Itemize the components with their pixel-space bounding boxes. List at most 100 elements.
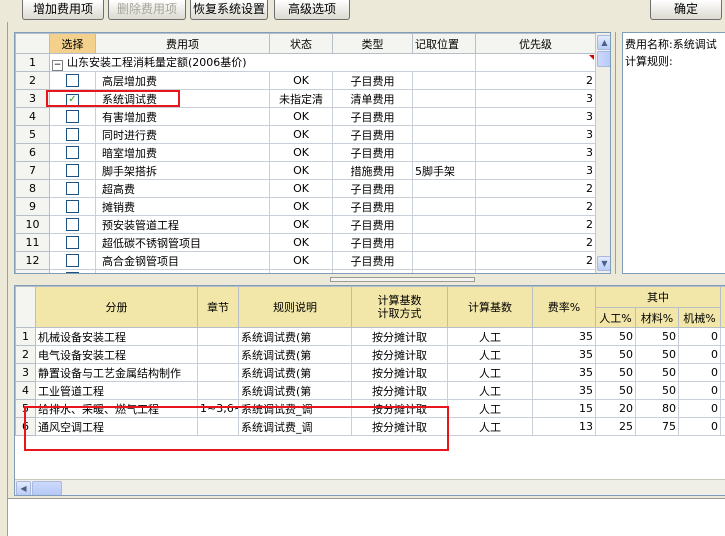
checkbox-icon[interactable] bbox=[66, 163, 79, 177]
select-cell[interactable] bbox=[49, 215, 96, 234]
table-row[interactable]: 4 工业管道工程 系统调试费(第 按分摊计取 人工 35 50 50 0 bbox=[15, 381, 725, 400]
scroll-left-icon[interactable]: ◀ bbox=[16, 481, 31, 495]
advanced-options-button[interactable]: 高级选项 bbox=[274, 0, 350, 20]
priority-cell[interactable]: 3 bbox=[475, 161, 596, 180]
labor-cell[interactable]: 20 bbox=[595, 399, 636, 418]
fee-name-cell[interactable]: 高层增加费 bbox=[95, 71, 270, 90]
select-cell[interactable] bbox=[49, 161, 96, 180]
checkbox-icon[interactable] bbox=[66, 145, 79, 159]
col-header-machine[interactable]: 机械% bbox=[678, 307, 721, 328]
priority-cell[interactable]: 2 bbox=[475, 71, 596, 90]
delete-fee-button[interactable]: 删除费用项 bbox=[108, 0, 186, 20]
type-cell[interactable]: 子目费用 bbox=[332, 251, 413, 270]
select-cell[interactable] bbox=[49, 269, 96, 273]
fee-name-cell[interactable]: 脚手架搭拆 bbox=[95, 161, 270, 180]
location-cell[interactable] bbox=[412, 269, 476, 273]
location-cell[interactable] bbox=[412, 89, 476, 108]
base-cell[interactable]: 人工 bbox=[447, 363, 533, 382]
table-row[interactable]: 2 高层增加费 OK 子目费用 2 bbox=[15, 71, 596, 90]
table-row[interactable]: 6 暗室增加费 OK 子目费用 3 bbox=[15, 143, 596, 162]
base-cell[interactable]: 人工 bbox=[447, 399, 533, 418]
priority-cell[interactable]: 2 bbox=[475, 251, 596, 270]
machine-cell[interactable]: 0 bbox=[678, 417, 721, 436]
scroll-thumb[interactable] bbox=[597, 51, 610, 67]
table-row[interactable]: 7 脚手架搭拆 OK 措施费用 5脚手架 3 bbox=[15, 161, 596, 180]
volume-cell[interactable]: 机械设备安装工程 bbox=[35, 327, 198, 346]
fee-name-cell[interactable]: 同时进行费 bbox=[95, 125, 270, 144]
table-row[interactable]: 5 同时进行费 OK 子目费用 3 bbox=[15, 125, 596, 144]
rate-cell[interactable]: 35 bbox=[532, 381, 596, 400]
rule-cell[interactable]: 系统调试费(第 bbox=[238, 363, 352, 382]
priority-cell[interactable]: 2 bbox=[475, 179, 596, 198]
machine-cell[interactable]: 0 bbox=[678, 381, 721, 400]
labor-cell[interactable]: 50 bbox=[595, 345, 636, 364]
rate-cell[interactable]: 35 bbox=[532, 327, 596, 346]
chapter-cell[interactable] bbox=[197, 381, 239, 400]
select-cell[interactable] bbox=[49, 251, 96, 270]
checkbox-icon[interactable] bbox=[66, 127, 79, 141]
col-header-status[interactable]: 状态 bbox=[269, 33, 333, 54]
table-row[interactable]: 12 高合金钢管项目 OK 子目费用 2 bbox=[15, 251, 596, 270]
location-cell[interactable] bbox=[412, 107, 476, 126]
method-cell[interactable]: 按分摊计取 bbox=[351, 363, 448, 382]
col-header-priority[interactable]: 优先级 bbox=[475, 33, 596, 54]
select-cell[interactable] bbox=[49, 143, 96, 162]
material-cell[interactable]: 80 bbox=[635, 399, 679, 418]
fee-name-cell[interactable]: 超低碳不锈钢管项目 bbox=[95, 233, 270, 252]
splitter-handle[interactable] bbox=[330, 277, 475, 282]
table-row[interactable]: 11 超低碳不锈钢管项目 OK 子目费用 2 bbox=[15, 233, 596, 252]
select-cell[interactable] bbox=[49, 233, 96, 252]
select-cell[interactable] bbox=[49, 71, 96, 90]
table-row[interactable]: 8 超高费 OK 子目费用 2 bbox=[15, 179, 596, 198]
base-cell[interactable]: 人工 bbox=[447, 417, 533, 436]
select-cell[interactable] bbox=[49, 125, 96, 144]
col-header-labor[interactable]: 人工% bbox=[595, 307, 636, 328]
col-header-select[interactable]: 选择 bbox=[49, 33, 96, 54]
collapse-icon[interactable]: − bbox=[52, 60, 63, 71]
location-cell[interactable]: 5脚手架 bbox=[412, 161, 476, 180]
tree-root-cell[interactable]: − 山东安装工程消耗量定额(2006基价) bbox=[49, 53, 476, 72]
fee-grid-vscrollbar[interactable]: ▲ ▼ bbox=[595, 33, 610, 273]
base-cell[interactable]: 人工 bbox=[447, 381, 533, 400]
location-cell[interactable] bbox=[412, 197, 476, 216]
table-row[interactable]: 1 机械设备安装工程 系统调试费(第 按分摊计取 人工 35 50 50 0 bbox=[15, 327, 725, 346]
type-cell[interactable]: 措施费用 bbox=[332, 161, 413, 180]
type-cell[interactable]: 子目费用 bbox=[332, 215, 413, 234]
horizontal-splitter[interactable] bbox=[8, 276, 725, 284]
restore-defaults-button[interactable]: 恢复系统设置 bbox=[190, 0, 268, 20]
select-cell[interactable] bbox=[49, 179, 96, 198]
volume-grid-hscrollbar[interactable]: ◀ bbox=[15, 479, 725, 495]
table-row[interactable]: 2 电气设备安装工程 系统调试费(第 按分摊计取 人工 35 50 50 0 bbox=[15, 345, 725, 364]
type-cell[interactable]: 子目费用 bbox=[332, 107, 413, 126]
scroll-up-icon[interactable]: ▲ bbox=[597, 35, 610, 50]
type-cell[interactable]: 子目费用 bbox=[332, 269, 413, 273]
fee-name-cell[interactable]: 暗室增加费 bbox=[95, 143, 270, 162]
volume-cell[interactable]: 工业管道工程 bbox=[35, 381, 198, 400]
rate-cell[interactable]: 35 bbox=[532, 345, 596, 364]
machine-cell[interactable]: 0 bbox=[678, 363, 721, 382]
rule-cell[interactable]: 系统调试费(第 bbox=[238, 381, 352, 400]
type-cell[interactable]: 清单费用 bbox=[332, 89, 413, 108]
priority-cell[interactable]: 3 bbox=[475, 143, 596, 162]
add-fee-button[interactable]: 增加费用项 bbox=[22, 0, 104, 20]
type-cell[interactable]: 子目费用 bbox=[332, 143, 413, 162]
priority-cell[interactable]: 2 bbox=[475, 233, 596, 252]
rule-cell[interactable]: 系统调试费(第 bbox=[238, 327, 352, 346]
checkbox-icon[interactable] bbox=[66, 217, 79, 231]
priority-cell[interactable]: 3 bbox=[475, 107, 596, 126]
labor-cell[interactable]: 50 bbox=[595, 381, 636, 400]
machine-cell[interactable]: 0 bbox=[678, 399, 721, 418]
col-header-volume[interactable]: 分册 bbox=[35, 286, 198, 328]
hscroll-thumb[interactable] bbox=[32, 481, 62, 495]
material-cell[interactable]: 50 bbox=[635, 327, 679, 346]
panel-splitter[interactable] bbox=[615, 32, 621, 274]
select-cell[interactable] bbox=[49, 107, 96, 126]
labor-cell[interactable]: 50 bbox=[595, 363, 636, 382]
machine-cell[interactable]: 0 bbox=[678, 327, 721, 346]
type-cell[interactable]: 子目费用 bbox=[332, 197, 413, 216]
fee-name-cell[interactable]: 摊销费 bbox=[95, 197, 270, 216]
location-cell[interactable] bbox=[412, 251, 476, 270]
checkbox-icon[interactable] bbox=[66, 271, 79, 273]
priority-cell[interactable]: 3 bbox=[475, 125, 596, 144]
type-cell[interactable]: 子目费用 bbox=[332, 233, 413, 252]
